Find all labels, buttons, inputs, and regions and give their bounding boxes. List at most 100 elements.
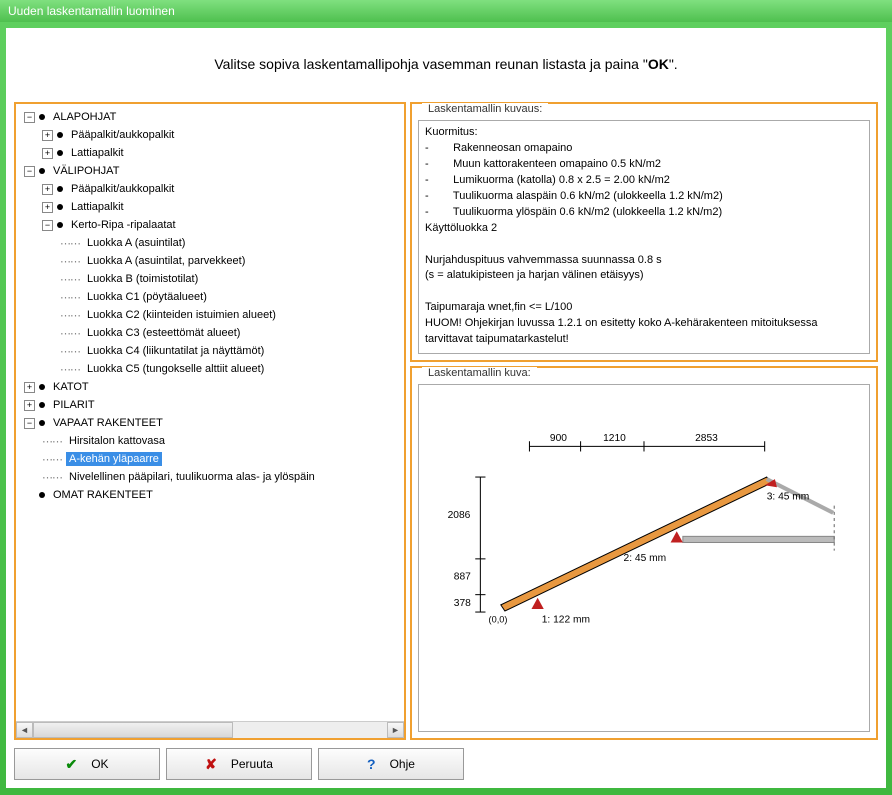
collapse-icon[interactable]: − <box>24 112 35 123</box>
tree-item-lattiapalkit-2[interactable]: + Lattiapalkit <box>18 198 402 216</box>
bullet-icon <box>57 222 63 228</box>
dim-d3: 2853 <box>695 433 718 444</box>
expand-icon[interactable]: + <box>42 184 53 195</box>
structure-diagram: 900 1210 2853 2086 887 378 (0,0) <box>419 385 869 671</box>
content-area: − ALAPOHJAT + Pääpalkit/aukkopalkit + La… <box>14 102 878 740</box>
expand-icon[interactable]: + <box>42 148 53 159</box>
tree-item-katot[interactable]: + KATOT <box>18 378 402 396</box>
scroll-thumb[interactable] <box>33 722 233 738</box>
dim-p1: 1: 122 mm <box>542 614 590 625</box>
bullet-icon <box>39 114 45 120</box>
tree-connector-icon: ⋯⋯ <box>60 291 80 304</box>
tree-label: Pääpalkit/aukkopalkit <box>68 128 177 142</box>
instruction-bold: OK <box>648 56 669 72</box>
question-icon: ? <box>367 756 376 772</box>
tree-label: Luokka A (asuintilat) <box>84 236 188 250</box>
check-icon: ✔ <box>65 756 77 773</box>
scroll-right-icon[interactable]: ► <box>387 722 404 738</box>
tree-label: Luokka A (asuintilat, parvekkeet) <box>84 254 248 268</box>
tree-connector-icon: ⋯⋯ <box>60 345 80 358</box>
bullet-icon <box>39 492 45 498</box>
dim-p2: 2: 45 mm <box>624 553 667 564</box>
diagram-box: 900 1210 2853 2086 887 378 (0,0) <box>418 384 870 732</box>
dialog-body: Valitse sopiva laskentamallipohja vasemm… <box>6 28 886 788</box>
help-button[interactable]: ? Ohje <box>318 748 464 780</box>
bullet-icon <box>57 132 63 138</box>
tree-label: A-kehän yläpaarre <box>66 452 162 466</box>
preview-panel: Laskentamallin kuvaus: Kuormitus: - Rake… <box>410 102 878 740</box>
expand-icon[interactable]: + <box>24 382 35 393</box>
tree-item-luokka-c1[interactable]: ⋯⋯ Luokka C1 (pöytäalueet) <box>18 288 402 306</box>
bullet-icon <box>39 384 45 390</box>
bullet-icon <box>57 150 63 156</box>
tree-item-luokka-a2[interactable]: ⋯⋯ Luokka A (asuintilat, parvekkeet) <box>18 252 402 270</box>
description-group: Laskentamallin kuvaus: Kuormitus: - Rake… <box>410 102 878 362</box>
tree-item-luokka-c2[interactable]: ⋯⋯ Luokka C2 (kiinteiden istuimien aluee… <box>18 306 402 324</box>
tree-label: Hirsitalon kattovasa <box>66 434 168 448</box>
tree-item-omat[interactable]: OMAT RAKENTEET <box>18 486 402 504</box>
bullet-icon <box>57 186 63 192</box>
ok-label: OK <box>91 757 108 771</box>
tree-item-luokka-c3[interactable]: ⋯⋯ Luokka C3 (esteettömät alueet) <box>18 324 402 342</box>
ok-button[interactable]: ✔ OK <box>14 748 160 780</box>
tree-item-alapohjat[interactable]: − ALAPOHJAT <box>18 108 402 126</box>
button-bar: ✔ OK ✘ Peruuta ? Ohje <box>14 748 878 780</box>
tree-label: ALAPOHJAT <box>50 110 119 124</box>
cancel-button[interactable]: ✘ Peruuta <box>166 748 312 780</box>
tree-item-pilarit[interactable]: + PILARIT <box>18 396 402 414</box>
tree-item-vapaat[interactable]: − VAPAAT RAKENTEET <box>18 414 402 432</box>
tree-connector-icon: ⋯⋯ <box>60 273 80 286</box>
tree-item-paapalkit-2[interactable]: + Pääpalkit/aukkopalkit <box>18 180 402 198</box>
tree-label: VAPAAT RAKENTEET <box>50 416 166 430</box>
dim-d1: 900 <box>550 433 567 444</box>
tree-item-paapalkit-1[interactable]: + Pääpalkit/aukkopalkit <box>18 126 402 144</box>
tree-item-nivelellinen[interactable]: ⋯⋯ Nivelellinen pääpilari, tuulikuorma a… <box>18 468 402 486</box>
tree-label: Luokka C3 (esteettömät alueet) <box>84 326 243 340</box>
title-bar: Uuden laskentamallin luominen <box>0 0 892 22</box>
instruction-text: Valitse sopiva laskentamallipohja vasemm… <box>14 36 878 102</box>
expand-icon[interactable]: + <box>42 130 53 141</box>
bullet-icon <box>39 420 45 426</box>
scroll-left-icon[interactable]: ◄ <box>16 722 33 738</box>
tree-label: Luokka C2 (kiinteiden istuimien alueet) <box>84 308 279 322</box>
collapse-icon[interactable]: − <box>42 220 53 231</box>
expand-icon[interactable]: + <box>42 202 53 213</box>
tree-connector-icon: ⋯⋯ <box>60 237 80 250</box>
tree-connector-icon: ⋯⋯ <box>60 255 80 268</box>
tree-label: Luokka C1 (pöytäalueet) <box>84 290 210 304</box>
tree-label: OMAT RAKENTEET <box>50 488 156 502</box>
tree-item-lattiapalkit-1[interactable]: + Lattiapalkit <box>18 144 402 162</box>
tree-label: Lattiapalkit <box>68 200 127 214</box>
tree-item-kertoripa[interactable]: − Kerto-Ripa -ripalaatat <box>18 216 402 234</box>
tree-connector-icon: ⋯⋯ <box>42 471 62 484</box>
collapse-icon[interactable]: − <box>24 418 35 429</box>
tree-connector-icon: ⋯⋯ <box>42 453 62 466</box>
dim-h3: 378 <box>454 598 471 609</box>
bullet-icon <box>57 204 63 210</box>
x-icon: ✘ <box>205 756 217 773</box>
tree-connector-icon: ⋯⋯ <box>60 309 80 322</box>
cancel-label: Peruuta <box>231 757 273 771</box>
tree-item-luokka-a1[interactable]: ⋯⋯ Luokka A (asuintilat) <box>18 234 402 252</box>
horizontal-scrollbar[interactable]: ◄ ► <box>16 721 404 738</box>
tree-label: PILARIT <box>50 398 98 412</box>
tree-connector-icon: ⋯⋯ <box>42 435 62 448</box>
collapse-icon[interactable]: − <box>24 166 35 177</box>
template-tree[interactable]: − ALAPOHJAT + Pääpalkit/aukkopalkit + La… <box>16 104 404 721</box>
tree-label: KATOT <box>50 380 92 394</box>
tree-connector-icon: ⋯⋯ <box>60 363 80 376</box>
tree-item-akehan[interactable]: ⋯⋯ A-kehän yläpaarre <box>18 450 402 468</box>
tree-label: Luokka C5 (tungokselle alttiit alueet) <box>84 362 267 376</box>
tree-label: VÄLIPOHJAT <box>50 164 122 178</box>
tree-item-hirsitalo[interactable]: ⋯⋯ Hirsitalon kattovasa <box>18 432 402 450</box>
tree-item-luokka-b[interactable]: ⋯⋯ Luokka B (toimistotilat) <box>18 270 402 288</box>
help-label: Ohje <box>390 757 415 771</box>
tree-label: Pääpalkit/aukkopalkit <box>68 182 177 196</box>
tree-item-valipohjat[interactable]: − VÄLIPOHJAT <box>18 162 402 180</box>
tree-item-luokka-c5[interactable]: ⋯⋯ Luokka C5 (tungokselle alttiit alueet… <box>18 360 402 378</box>
tree-item-luokka-c4[interactable]: ⋯⋯ Luokka C4 (liikuntatilat ja näyttämöt… <box>18 342 402 360</box>
expand-icon[interactable]: + <box>24 400 35 411</box>
instruction-post: ". <box>669 56 678 72</box>
description-text[interactable]: Kuormitus: - Rakenneosan omapaino - Muun… <box>418 120 870 354</box>
bullet-icon <box>39 402 45 408</box>
